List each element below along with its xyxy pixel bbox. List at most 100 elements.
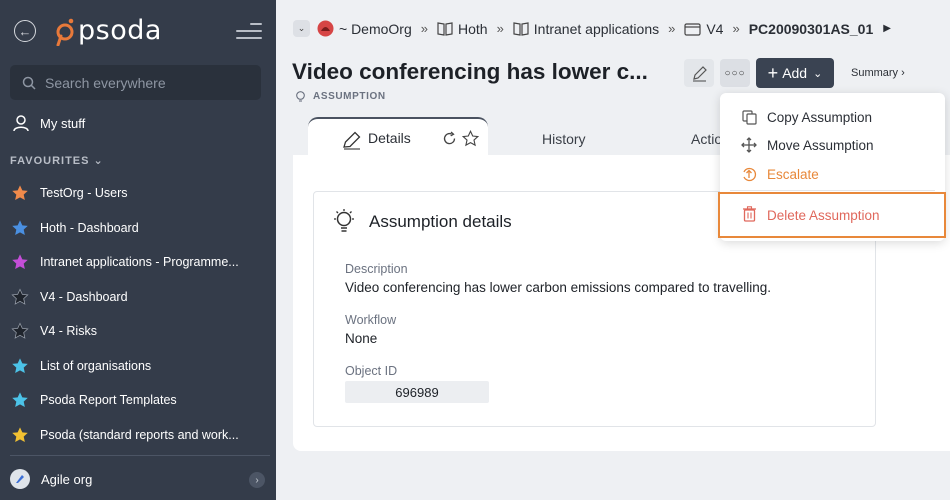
favourite-label: Hoth - Dashboard (40, 220, 139, 235)
lightbulb-icon (296, 91, 305, 102)
breadcrumb-label: V4 (706, 20, 724, 37)
summary-link[interactable]: Summary › (851, 67, 905, 79)
breadcrumb-separator: » (420, 21, 428, 36)
star-icon (12, 254, 28, 270)
workflow-value: None (345, 331, 378, 346)
favourites-header[interactable]: FAVOURITES ⌄ (10, 154, 104, 167)
tab-actions[interactable]: Actio (691, 131, 722, 147)
pencil-icon (692, 65, 707, 82)
breadcrumb-item[interactable]: Intranet applications (513, 21, 659, 37)
favourites-list: TestOrg - Users Hoth - Dashboard Intrane… (0, 176, 276, 452)
favourite-label: Psoda Report Templates (40, 393, 177, 408)
breadcrumb-separator: » (668, 21, 676, 36)
add-button[interactable]: + Add ⌄ (756, 58, 834, 88)
breadcrumb-item[interactable]: ~ DemoOrg (317, 20, 412, 37)
tab-details[interactable]: Details (308, 117, 488, 157)
book-icon (513, 22, 529, 36)
page-title: Video conferencing has lower c... (292, 59, 648, 84)
favourite-item[interactable]: TestOrg - Users (0, 176, 276, 211)
logo-text: psoda (78, 14, 162, 46)
plus-icon: + (767, 62, 779, 83)
star-icon (12, 185, 28, 201)
menu-divider (730, 190, 935, 191)
move-assumption-item[interactable]: Move Assumption (720, 132, 945, 158)
favourite-label: V4 - Dashboard (40, 289, 128, 304)
favourite-item[interactable]: Intranet applications - Programme... (0, 245, 276, 280)
add-label: Add (782, 65, 808, 81)
caret-right-icon[interactable]: ▶ (883, 23, 891, 34)
my-stuff-link[interactable]: My stuff (12, 114, 85, 132)
pencil-icon (343, 131, 361, 150)
delete-assumption-item[interactable]: Delete Assumption (718, 192, 946, 238)
favourite-item[interactable]: Hoth - Dashboard (0, 211, 276, 246)
organisation-label: Agile org (41, 471, 93, 487)
workflow-label: Workflow (345, 313, 397, 327)
favourite-label: List of organisations (40, 358, 152, 373)
back-icon[interactable]: ← (14, 20, 36, 42)
move-icon (740, 137, 758, 153)
tab-details-label: Details (368, 130, 411, 146)
my-stuff-label: My stuff (40, 115, 86, 131)
delete-assumption-label: Delete Assumption (767, 207, 880, 223)
panel-title: Assumption details (369, 212, 512, 231)
sidebar: ← psoda My stuff FAVOURITES ⌄ (0, 0, 276, 500)
organisation-switcher[interactable]: Agile org (10, 469, 92, 489)
search-box[interactable] (10, 65, 261, 100)
tab-history[interactable]: History (542, 131, 586, 147)
chevron-right-icon[interactable]: › (249, 472, 265, 488)
sidebar-divider (10, 455, 270, 456)
object-type-label: ASSUMPTION (313, 91, 386, 102)
move-assumption-label: Move Assumption (767, 137, 874, 153)
lightbulb-icon (334, 209, 354, 232)
breadcrumb-separator: » (732, 21, 740, 36)
favourite-label: V4 - Risks (40, 324, 97, 339)
breadcrumb-label: ~ DemoOrg (339, 20, 412, 37)
book-icon (437, 22, 453, 36)
trash-icon (742, 205, 757, 225)
breadcrumb-label: PC20090301AS_01 (748, 20, 874, 37)
favourite-item[interactable]: Psoda Report Templates (0, 383, 276, 418)
breadcrumb-label: Hoth (457, 20, 488, 37)
escalate-item[interactable]: Escalate (720, 161, 945, 187)
star-icon (12, 358, 28, 373)
star-outline-icon[interactable] (461, 129, 480, 150)
copy-assumption-item[interactable]: Copy Assumption (720, 104, 945, 130)
breadcrumb: ⌄ ~ DemoOrg » Hoth » Intranet applicatio… (293, 20, 891, 37)
breadcrumb-item[interactable]: V4 (684, 21, 723, 37)
chevron-down-icon: ⌄ (813, 67, 823, 80)
escalate-icon (740, 166, 758, 182)
breadcrumb-item[interactable]: Hoth (437, 21, 488, 37)
description-label: Description (345, 262, 408, 276)
object-id-value: 696989 (345, 381, 489, 403)
star-icon (11, 288, 29, 305)
object-id-label: Object ID (345, 364, 398, 378)
copy-icon (740, 109, 758, 125)
favourite-item[interactable]: V4 - Risks (0, 314, 276, 349)
object-type: ASSUMPTION (294, 90, 386, 103)
user-icon (13, 115, 29, 132)
organisation-icon (317, 20, 334, 37)
favourite-item[interactable]: List of organisations (0, 349, 276, 384)
favourite-item[interactable]: Psoda (standard reports and work... (0, 418, 276, 453)
breadcrumb-item[interactable]: PC20090301AS_01 (749, 21, 874, 37)
window-icon (684, 22, 701, 36)
search-input[interactable] (45, 74, 245, 91)
psoda-logo[interactable]: psoda (50, 12, 162, 48)
description-value: Video conferencing has lower carbon emis… (345, 280, 771, 295)
favourites-label: FAVOURITES (10, 155, 90, 167)
favourite-item[interactable]: V4 - Dashboard (0, 280, 276, 315)
copy-assumption-label: Copy Assumption (767, 109, 873, 125)
search-icon (22, 76, 36, 90)
edit-button[interactable] (684, 59, 714, 87)
breadcrumb-toggle-icon[interactable]: ⌄ (293, 20, 310, 37)
favourite-label: Intranet applications - Programme... (40, 255, 239, 270)
breadcrumb-label: Intranet applications (533, 20, 660, 37)
more-options-button[interactable]: ○○○ (720, 59, 750, 87)
psoda-logo-icon (56, 18, 74, 46)
escalate-label: Escalate (767, 166, 819, 182)
refresh-icon[interactable] (442, 131, 457, 149)
star-icon (12, 392, 28, 408)
chevron-down-icon: ⌄ (93, 155, 104, 167)
collapse-sidebar-icon[interactable] (236, 21, 262, 41)
star-icon (12, 427, 28, 442)
